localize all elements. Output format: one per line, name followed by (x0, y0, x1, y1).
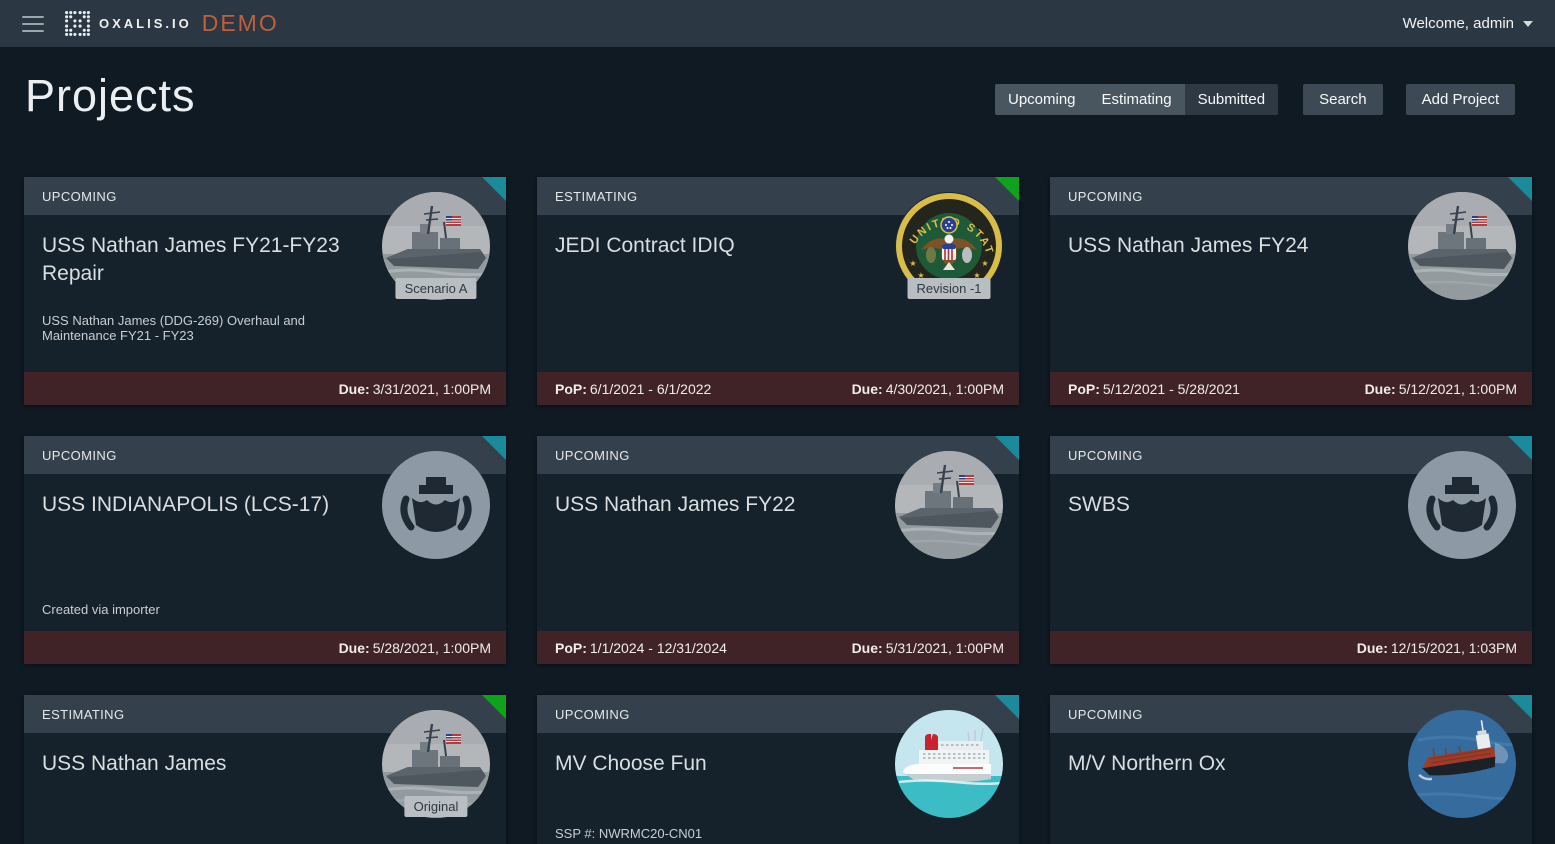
top-navbar: OXALIS.IO DEMO Welcome, admin (0, 0, 1555, 47)
status-label: UPCOMING (42, 189, 117, 204)
card-footer: PoP:1/1/2024 - 12/31/2024 Due:5/31/2021,… (537, 631, 1019, 664)
page-title: Projects (25, 70, 196, 122)
corner-ribbon (995, 695, 1019, 719)
pop-dates: PoP:6/1/2021 - 6/1/2022 (555, 381, 711, 397)
corner-ribbon (482, 177, 506, 201)
project-card-uss-nathan-james-fy22[interactable]: UPCOMING USS Nathan James FY22 PoP:1/1/2… (537, 436, 1019, 664)
status-label: UPCOMING (1068, 707, 1143, 722)
corner-ribbon (1508, 695, 1532, 719)
project-card-uss-nathan-james-fy24[interactable]: UPCOMING USS Nathan James FY24 PoP:5/12/… (1050, 177, 1532, 405)
user-menu[interactable]: Welcome, admin (1403, 0, 1533, 47)
brand-demo-label: DEMO (202, 10, 279, 37)
card-footer: Due:12/15/2021, 1:03PM (1050, 631, 1532, 664)
due-date: Due:5/28/2021, 1:00PM (339, 640, 491, 656)
filter-tab-submitted[interactable]: Submitted (1185, 84, 1279, 115)
project-card-swbs[interactable]: UPCOMING SWBS Due:12/15/2021, 1:03PM (1050, 436, 1532, 664)
corner-ribbon (1508, 436, 1532, 460)
pop-dates (1068, 640, 1071, 656)
project-title: M/V Northern Ox (1050, 733, 1400, 778)
pop-dates: PoP:5/12/2021 - 5/28/2021 (1068, 381, 1240, 397)
scenario-badge: Scenario A (396, 278, 477, 299)
project-title: SWBS (1050, 474, 1400, 519)
oxalis-logo-mark (64, 10, 91, 37)
project-card-uss-nathan-james[interactable]: ESTIMATING Original USS Nathan James (24, 695, 506, 844)
project-card-uss-nathan-james-fy21-fy23-repair[interactable]: UPCOMING Scenario A USS Nathan James FY2… (24, 177, 506, 405)
corner-ribbon (995, 177, 1019, 201)
project-title: USS Nathan James FY24 (1050, 215, 1400, 260)
brand-logo[interactable]: OXALIS.IO DEMO (64, 10, 279, 37)
project-card-mv-choose-fun[interactable]: UPCOMING MV Choose Fun SSP #: NWRMC20-CN… (537, 695, 1019, 844)
filter-tab-estimating[interactable]: Estimating (1089, 84, 1185, 115)
project-title: USS Nathan James (24, 733, 374, 778)
project-title: USS INDIANAPOLIS (LCS-17) (24, 474, 374, 519)
brand-name: OXALIS.IO (99, 16, 192, 31)
status-label: UPCOMING (1068, 448, 1143, 463)
due-date: Due:12/15/2021, 1:03PM (1357, 640, 1517, 656)
pop-dates: PoP:1/1/2024 - 12/31/2024 (555, 640, 727, 656)
status-label: ESTIMATING (555, 189, 637, 204)
due-date: Due:5/31/2021, 1:00PM (852, 640, 1004, 656)
hamburger-menu-icon[interactable] (22, 16, 44, 32)
project-title: USS Nathan James FY22 (537, 474, 887, 519)
card-footer: PoP:5/12/2021 - 5/28/2021 Due:5/12/2021,… (1050, 372, 1532, 405)
project-description: USS Nathan James (DDG-269) Overhaul and … (42, 313, 356, 343)
destroyer-photo (895, 451, 1003, 559)
revision-badge: Original (405, 796, 468, 817)
add-project-button[interactable]: Add Project (1406, 84, 1516, 115)
project-card-grid: UPCOMING Scenario A USS Nathan James FY2… (24, 177, 1532, 844)
due-date: Due:5/12/2021, 1:00PM (1365, 381, 1517, 397)
status-label: UPCOMING (42, 448, 117, 463)
status-label: UPCOMING (555, 707, 630, 722)
ship-placeholder-icon (1408, 451, 1516, 559)
status-label: UPCOMING (1068, 189, 1143, 204)
destroyer-photo (1408, 192, 1516, 300)
filter-tab-upcoming[interactable]: Upcoming (995, 84, 1089, 115)
status-label: UPCOMING (555, 448, 630, 463)
card-footer: Due:3/31/2021, 1:00PM (24, 372, 506, 405)
card-footer: PoP:6/1/2021 - 6/1/2022 Due:4/30/2021, 1… (537, 372, 1019, 405)
card-footer: Due:5/28/2021, 1:00PM (24, 631, 506, 664)
project-description: Created via importer (42, 602, 356, 617)
project-description: SSP #: NWRMC20-CN01 (555, 826, 869, 841)
chevron-down-icon (1523, 21, 1533, 27)
user-menu-label: Welcome, admin (1403, 15, 1514, 32)
project-card-mv-northern-ox[interactable]: UPCOMING M/V Northern Ox (1050, 695, 1532, 844)
search-button[interactable]: Search (1303, 84, 1383, 115)
tanker-photo (1408, 710, 1516, 818)
projects-toolbar: Upcoming Estimating Submitted Search Add… (995, 84, 1515, 115)
pop-dates (42, 640, 45, 656)
status-label: ESTIMATING (42, 707, 124, 722)
status-filter-group: Upcoming Estimating Submitted (995, 84, 1278, 115)
revision-badge: Revision -1 (907, 278, 990, 299)
cruise-ship-photo (895, 710, 1003, 818)
corner-ribbon (1508, 177, 1532, 201)
project-card-uss-indianapolis-lcs-17[interactable]: UPCOMING USS INDIANAPOLIS (LCS-17) Creat… (24, 436, 506, 664)
pop-dates (42, 381, 45, 397)
due-date: Due:4/30/2021, 1:00PM (852, 381, 1004, 397)
ship-placeholder-icon (382, 451, 490, 559)
project-card-jedi-contract-idiq[interactable]: ESTIMATING Revision -1 JEDI Contract IDI… (537, 177, 1019, 405)
corner-ribbon (995, 436, 1019, 460)
due-date: Due:3/31/2021, 1:00PM (339, 381, 491, 397)
project-title: USS Nathan James FY21-FY23 Repair (24, 215, 374, 288)
corner-ribbon (482, 695, 506, 719)
project-title: MV Choose Fun (537, 733, 887, 778)
corner-ribbon (482, 436, 506, 460)
project-title: JEDI Contract IDIQ (537, 215, 887, 260)
